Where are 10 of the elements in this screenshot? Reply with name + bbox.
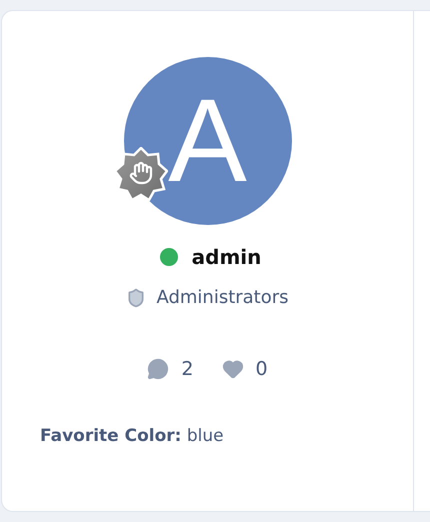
heart-icon bbox=[222, 358, 244, 380]
avatar: A bbox=[124, 57, 292, 225]
profile-field: Favorite Color: blue bbox=[40, 426, 413, 446]
shield-icon bbox=[126, 288, 146, 308]
comment-icon bbox=[147, 358, 170, 380]
like-count: 0 bbox=[256, 358, 268, 380]
badge-icon bbox=[114, 147, 168, 201]
post-count: 2 bbox=[181, 358, 194, 380]
group-name: Administrators bbox=[156, 287, 289, 308]
username: admin bbox=[192, 245, 262, 269]
